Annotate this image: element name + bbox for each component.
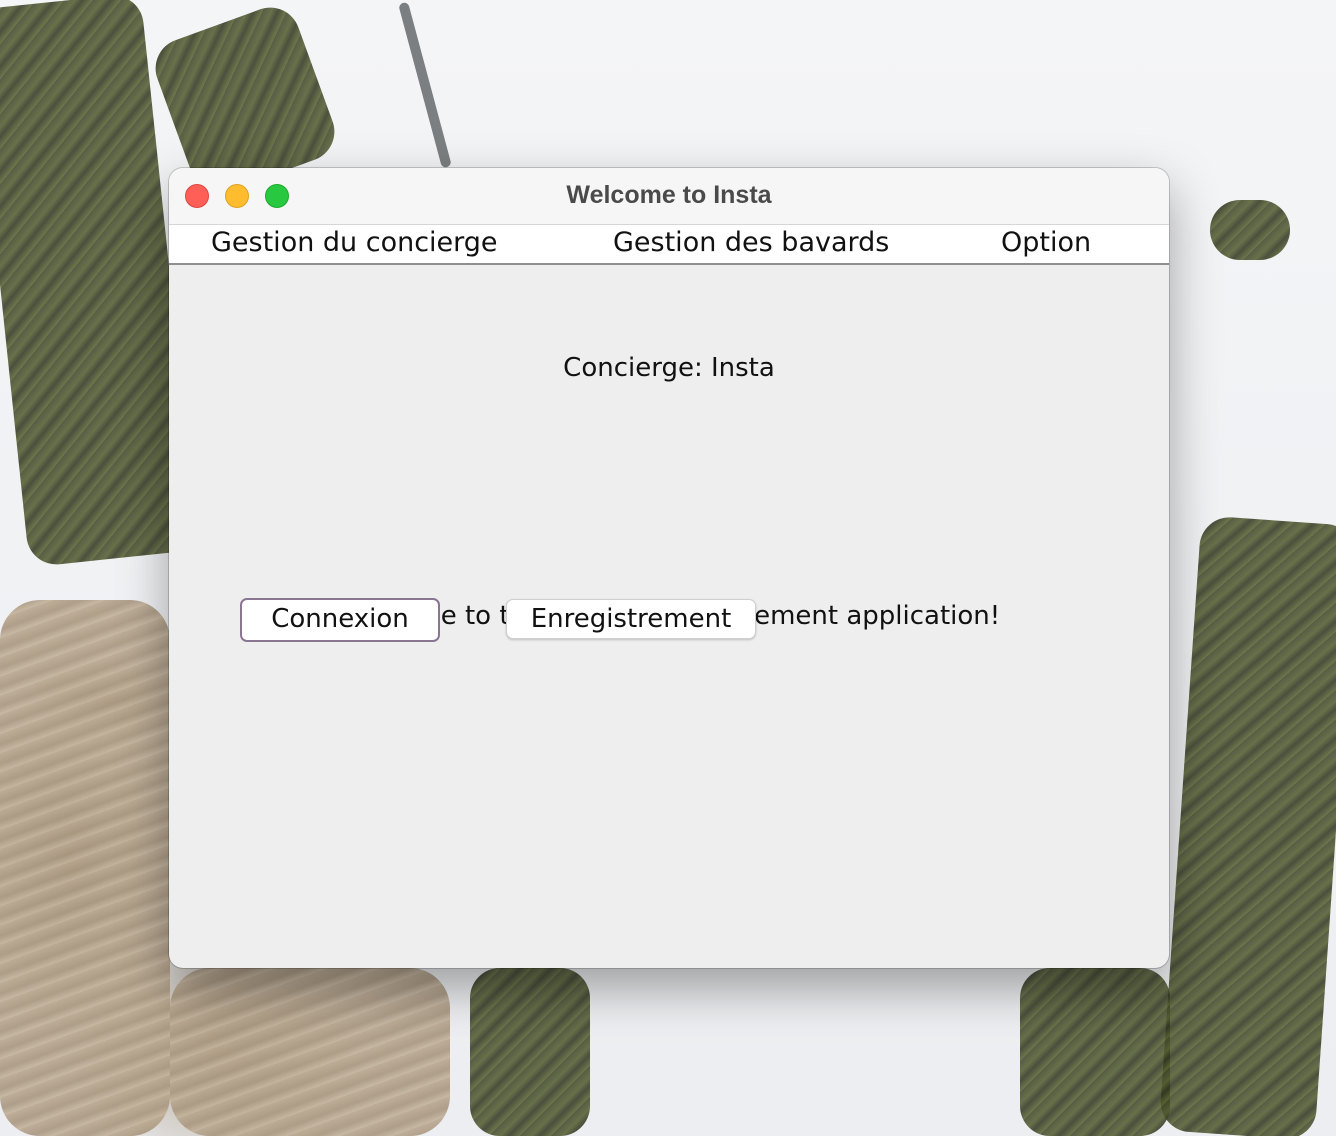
window-title: Welcome to Insta <box>566 181 772 209</box>
wallpaper-creek <box>398 1 452 169</box>
app-window: Welcome to Insta Gestion du concierge Ge… <box>169 168 1169 968</box>
wallpaper-rock-bottom <box>170 968 450 1136</box>
menu-gestion-des-bavards[interactable]: Gestion des bavards <box>613 227 889 258</box>
wallpaper-forest-bottom <box>470 968 590 1136</box>
concierge-label: Concierge: Insta <box>563 353 775 383</box>
connexion-button[interactable]: Connexion <box>240 598 440 642</box>
wallpaper-forest-right <box>1158 515 1336 1136</box>
wallpaper-forest-right-small <box>1210 200 1290 260</box>
enregistrement-button[interactable]: Enregistrement <box>506 599 756 639</box>
title-bar[interactable]: Welcome to Insta <box>169 168 1169 225</box>
menu-gestion-du-concierge[interactable]: Gestion du concierge <box>211 227 498 258</box>
wallpaper-forest-bottom-right <box>1020 968 1170 1136</box>
menu-option[interactable]: Option <box>1001 227 1091 258</box>
menu-bar: Gestion du concierge Gestion des bavards… <box>169 225 1169 265</box>
wallpaper-rock <box>0 600 170 1136</box>
